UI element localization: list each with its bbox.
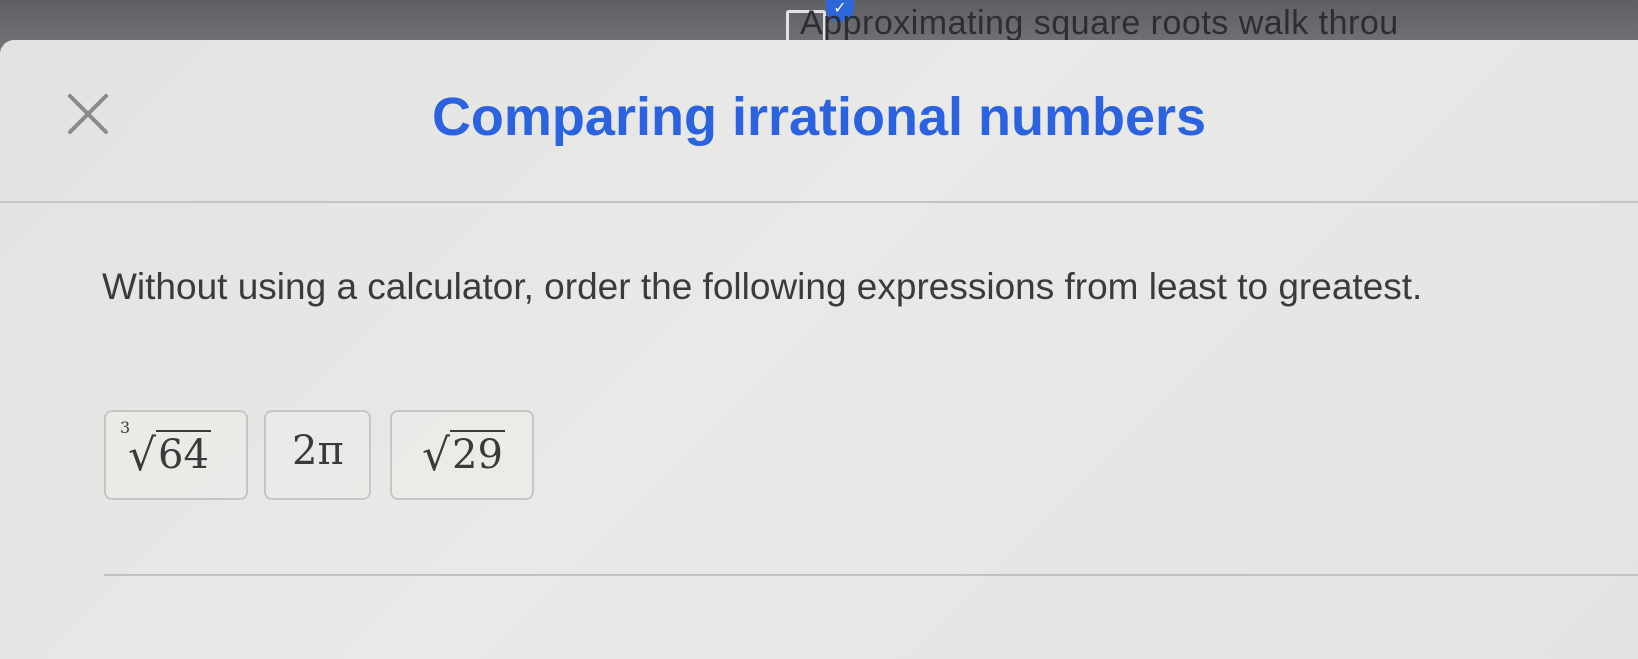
expression-2pi: 2π <box>292 428 344 474</box>
expression-card-sqrt-29[interactable]: √29 <box>390 410 534 500</box>
answer-area-divider <box>104 574 1638 576</box>
expression-card-cube-root-64[interactable]: 3 √64 <box>104 410 248 500</box>
radical-sign: √ <box>128 430 157 481</box>
radicand: 64 <box>156 430 211 478</box>
expression-sqrt-29: √29 <box>422 428 505 481</box>
divider <box>0 201 1638 203</box>
question-prompt: Without using a calculator, order the fo… <box>102 266 1423 307</box>
modal-dialog: Comparing irrational numbers Without usi… <box>0 40 1638 659</box>
radicand: 29 <box>450 430 505 478</box>
background-window-title: Approximating square roots walk throu <box>800 4 1399 42</box>
radical-sign: √ <box>422 430 451 481</box>
expression-cube-root-64: √64 <box>128 428 211 481</box>
modal-title: Comparing irrational numbers <box>431 87 1207 147</box>
expression-card-2pi[interactable]: 2π <box>264 410 371 500</box>
